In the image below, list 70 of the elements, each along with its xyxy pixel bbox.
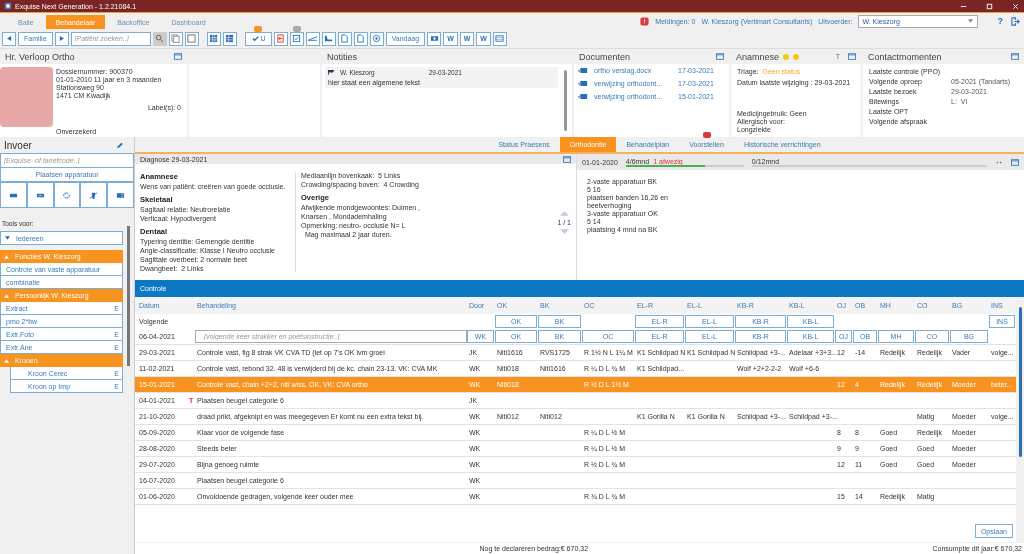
caret-icon: [4, 293, 9, 298]
scrollbar[interactable]: [564, 70, 567, 131]
window-icon[interactable]: [1011, 53, 1019, 60]
notification-badge: [292, 25, 301, 32]
previous-button[interactable]: [2, 31, 16, 46]
alert-icon[interactable]: [640, 16, 650, 26]
ruler-button[interactable]: [305, 31, 320, 46]
window-icon[interactable]: [848, 53, 856, 60]
calendar-icon: [209, 34, 219, 43]
window-icon[interactable]: [1011, 158, 1019, 166]
calendar-icon: [225, 34, 235, 43]
card-button[interactable]: [107, 182, 134, 208]
window-button[interactable]: [184, 31, 199, 46]
panel-title: Contactmomenten: [868, 51, 942, 62]
left-triangle-icon: [6, 36, 12, 41]
panel-title: Invoer: [4, 139, 32, 151]
tooth-strike-icon: [89, 190, 99, 200]
scrollbar[interactable]: [1016, 297, 1024, 543]
checkbox-icon: [292, 34, 302, 43]
document-button[interactable]: [337, 31, 352, 46]
window-icon[interactable]: [174, 53, 182, 60]
patient-name: Hr. Verloop Ortho: [5, 51, 75, 62]
window-icon[interactable]: [716, 53, 724, 60]
photo-placeholder: [0, 67, 53, 127]
caret-icon: [967, 19, 973, 23]
app-icon: [4, 2, 12, 10]
right-triangle-icon: [59, 36, 65, 41]
camera-icon: [429, 34, 439, 43]
check-icon: [250, 34, 260, 43]
search-icon: [155, 34, 165, 43]
help-button[interactable]: ?: [997, 16, 1003, 26]
rotate-button[interactable]: [53, 182, 81, 208]
copy-button[interactable]: [168, 31, 183, 46]
copy-icon: [171, 34, 181, 43]
window-icon: [187, 34, 197, 43]
pencil-icon[interactable]: [116, 141, 124, 149]
exit-button[interactable]: [273, 31, 288, 46]
document-button[interactable]: [353, 31, 368, 46]
calendar-button[interactable]: [222, 31, 237, 46]
caret-icon: [4, 254, 9, 259]
exit-icon: [276, 34, 286, 43]
document-icon: [578, 67, 588, 74]
scrollbar[interactable]: [127, 226, 130, 366]
search-button[interactable]: [152, 31, 167, 46]
caret-icon: [4, 358, 9, 363]
panel-title: Notities: [327, 51, 357, 62]
panel-title: Documenten: [579, 51, 631, 62]
panel-title: Anamnese: [736, 51, 780, 62]
bracket-button[interactable]: [0, 182, 27, 208]
document-icon: [578, 93, 588, 100]
document-icon: [578, 80, 588, 87]
table-row[interactable]: [135, 344, 1016, 360]
ruler-icon: [308, 34, 318, 43]
calendar-button[interactable]: [206, 31, 221, 46]
next-button[interactable]: [54, 31, 69, 46]
logout-icon[interactable]: [1011, 16, 1020, 26]
camera-button[interactable]: [427, 31, 442, 46]
screen-button[interactable]: [492, 31, 507, 46]
card-icon: [116, 190, 126, 200]
notification-badge: [254, 25, 263, 32]
close-icon[interactable]: [1011, 1, 1020, 11]
bracket-button[interactable]: [26, 182, 54, 208]
flag-icon: [328, 70, 336, 75]
tooth-strike-button[interactable]: [80, 182, 108, 208]
window-icon[interactable]: [563, 155, 571, 163]
rotate-icon: [62, 190, 72, 200]
maximize-icon[interactable]: [985, 1, 994, 11]
screen-icon: [495, 34, 505, 43]
caret-icon: [5, 236, 10, 240]
checkbox-button[interactable]: [289, 31, 304, 46]
